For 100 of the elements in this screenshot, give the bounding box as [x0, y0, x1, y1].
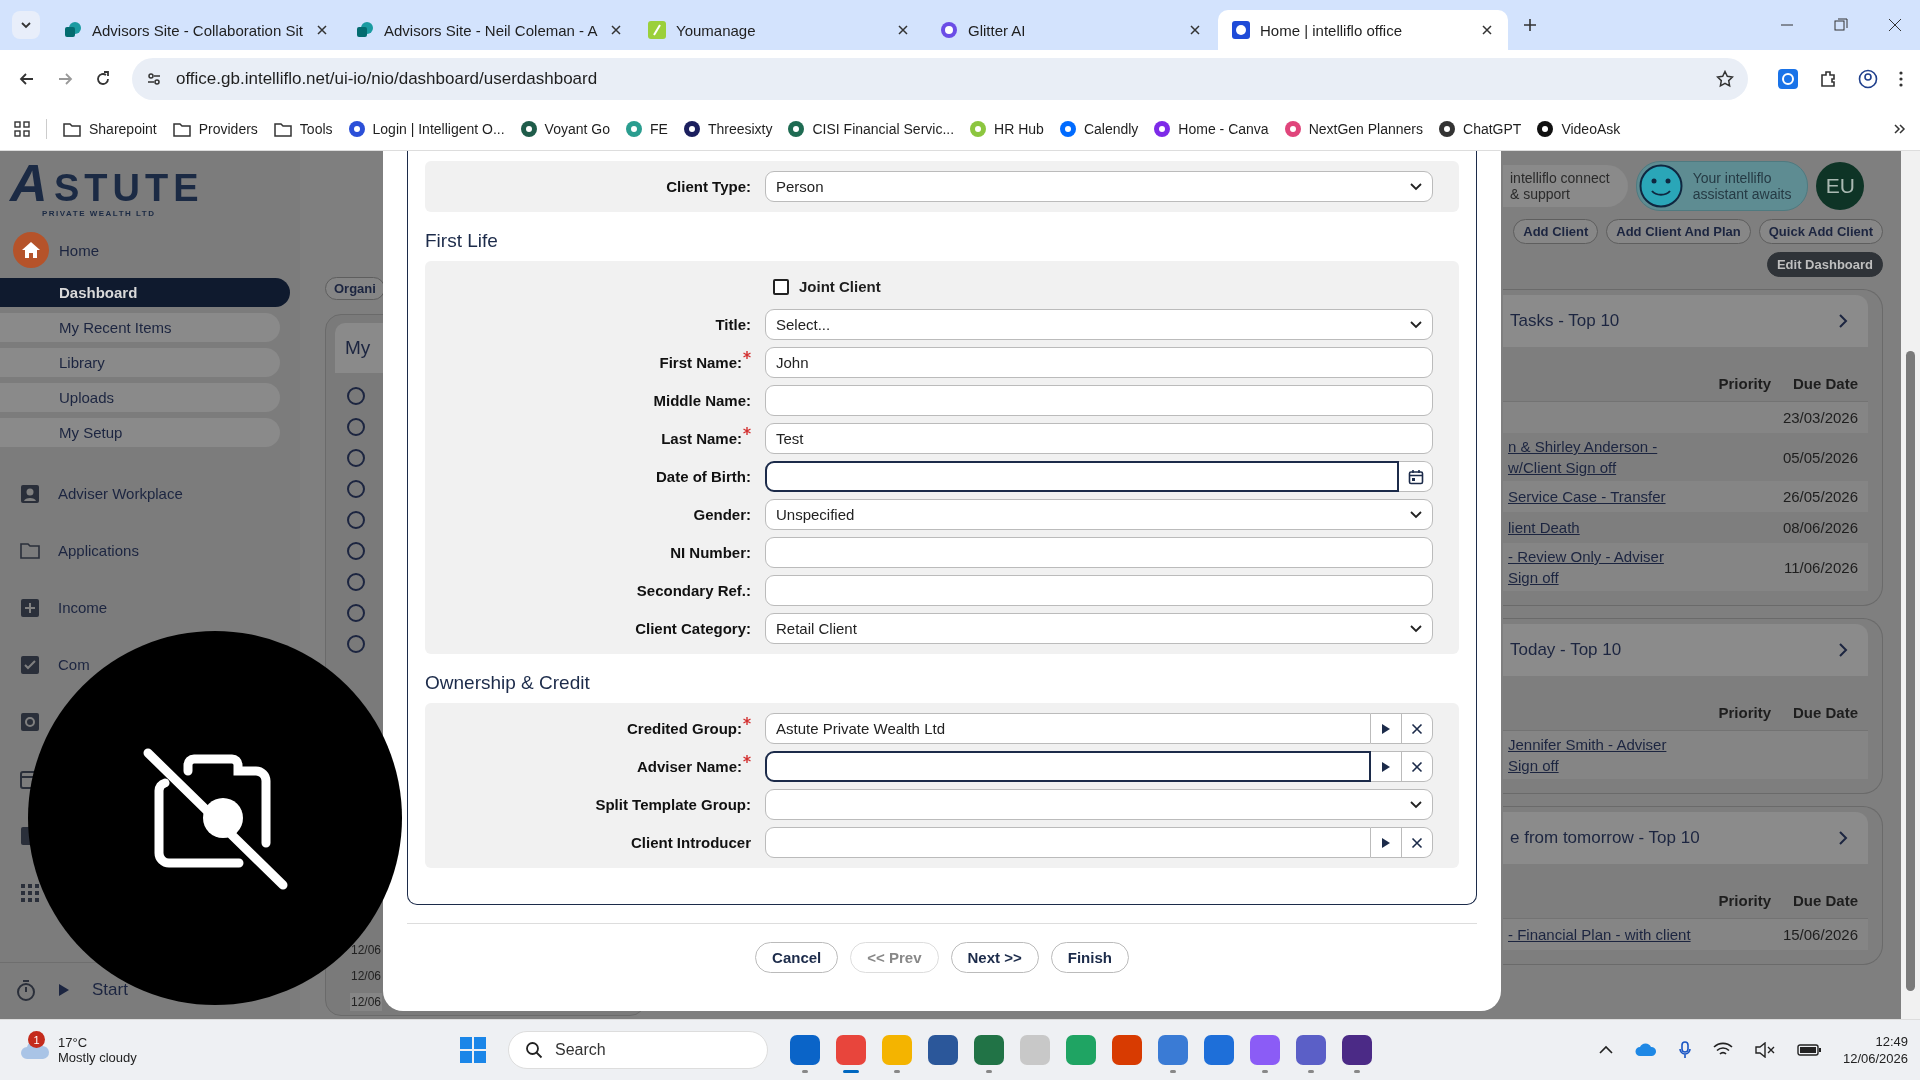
- calendar-icon[interactable]: [1399, 461, 1433, 492]
- windows-start-icon[interactable]: [460, 1037, 486, 1063]
- connect-support-button[interactable]: intelliflo connect & support: [1503, 164, 1628, 208]
- nav-subitem[interactable]: Library: [0, 348, 280, 377]
- dropdown[interactable]: Unspecified: [765, 499, 1433, 530]
- bookmark[interactable]: VideoAsk: [1537, 121, 1621, 137]
- radio-button[interactable]: [347, 387, 365, 405]
- action-button[interactable]: Add Client: [1513, 219, 1599, 244]
- scrollbar[interactable]: [1901, 151, 1920, 1019]
- gear-icon[interactable]: [20, 711, 40, 732]
- input-field[interactable]: Test: [765, 423, 1433, 454]
- input-field[interactable]: [765, 575, 1433, 606]
- play-icon[interactable]: [1371, 751, 1402, 782]
- play-icon[interactable]: [1371, 713, 1402, 744]
- apps-grid-icon[interactable]: [14, 121, 30, 137]
- checkbox[interactable]: [773, 278, 789, 295]
- folder-icon[interactable]: [20, 540, 40, 561]
- extension-icon[interactable]: [1778, 69, 1798, 89]
- bookmark[interactable]: HR Hub: [970, 121, 1044, 137]
- stopwatch-icon[interactable]: [16, 979, 36, 1001]
- browser-tab[interactable]: Home | intelliflo office: [1218, 10, 1508, 50]
- bookmark[interactable]: Login | Intelligent O...: [348, 121, 505, 137]
- battery-icon[interactable]: [1796, 1044, 1821, 1056]
- chevron-icon[interactable]: [1892, 122, 1906, 136]
- browser-tab[interactable]: Youmanage: [634, 10, 924, 50]
- bookmark[interactable]: Voyant Go: [520, 121, 610, 137]
- input-field[interactable]: John: [765, 347, 1433, 378]
- bookmark[interactable]: Providers: [172, 121, 258, 137]
- app-icon[interactable]: [790, 1035, 820, 1065]
- radio-button[interactable]: [347, 542, 365, 560]
- clear-icon[interactable]: [1402, 713, 1433, 744]
- radio-button[interactable]: [347, 480, 365, 498]
- reload-icon[interactable]: [94, 70, 112, 88]
- clear-icon[interactable]: [1402, 827, 1433, 858]
- bookmark[interactable]: NextGen Planners: [1284, 121, 1424, 137]
- input-field[interactable]: [765, 537, 1433, 568]
- profile-icon[interactable]: [1858, 69, 1878, 89]
- task-link[interactable]: lient Death: [1508, 517, 1580, 538]
- action-button[interactable]: Quick Add Client: [1758, 219, 1883, 244]
- search-field[interactable]: Search: [508, 1031, 768, 1069]
- nav-subitem[interactable]: My Setup: [0, 418, 280, 447]
- bookmark[interactable]: ChatGPT: [1439, 121, 1522, 137]
- nav-subitem[interactable]: My Recent Items: [0, 313, 280, 342]
- task-link[interactable]: Service Case - Transfer: [1508, 486, 1666, 507]
- nav-item[interactable]: Home: [59, 241, 99, 259]
- action-button[interactable]: Add Client And Plan: [1606, 219, 1751, 244]
- bookmark[interactable]: Tools: [273, 121, 333, 137]
- radio-button[interactable]: [347, 418, 365, 436]
- radio-button[interactable]: [347, 449, 365, 467]
- dialog-button[interactable]: Finish: [1050, 942, 1129, 973]
- restore-icon[interactable]: [1834, 18, 1848, 32]
- radio-button[interactable]: [347, 604, 365, 622]
- browser-tab[interactable]: Advisors Site - Neil Coleman - A: [342, 10, 632, 50]
- lookup-field[interactable]: Astute Private Wealth Ltd: [765, 713, 1371, 744]
- tab-search-icon[interactable]: [12, 11, 40, 39]
- grid-icon[interactable]: [20, 882, 40, 903]
- bookmark[interactable]: Calendly: [1059, 121, 1139, 137]
- dropdown[interactable]: Person: [765, 171, 1433, 202]
- bookmark[interactable]: Threesixty: [683, 121, 773, 137]
- nav-item[interactable]: Com: [58, 656, 90, 673]
- bookmark[interactable]: FE: [626, 121, 668, 137]
- play-icon[interactable]: [1371, 827, 1402, 858]
- extensions-icon[interactable]: [1818, 69, 1838, 89]
- dialog-button[interactable]: Next >>: [950, 942, 1039, 973]
- input-field[interactable]: [765, 385, 1433, 416]
- filter-chip[interactable]: Organi: [325, 277, 385, 300]
- site-settings-icon[interactable]: [146, 71, 162, 87]
- app-icon[interactable]: [1112, 1035, 1142, 1065]
- address-bar[interactable]: office.gb.intelliflo.net/ui-io/nio/dashboard/userdashboard: [132, 58, 1748, 100]
- person-icon[interactable]: [20, 483, 40, 504]
- task-link[interactable]: n & Shirley Anderson - w/Client Sign off: [1508, 436, 1658, 478]
- radio-button[interactable]: [347, 511, 365, 529]
- dialog-button[interactable]: Cancel: [755, 942, 839, 973]
- app-icon[interactable]: [1296, 1035, 1326, 1065]
- clock-time[interactable]: 12:49: [1875, 1034, 1908, 1049]
- nav-item[interactable]: Applications: [58, 542, 139, 559]
- bookmark[interactable]: Sharepoint: [63, 121, 157, 137]
- bookmark[interactable]: Home - Canva: [1154, 121, 1269, 137]
- more-icon[interactable]: [1898, 70, 1904, 88]
- user-avatar[interactable]: EU: [1816, 162, 1865, 210]
- date-field[interactable]: [765, 461, 1399, 492]
- nav-item[interactable]: Income: [58, 599, 108, 616]
- dropdown[interactable]: Retail Client: [765, 613, 1433, 644]
- cloud-icon[interactable]: [1634, 1043, 1657, 1057]
- star-icon[interactable]: [1716, 70, 1734, 88]
- task-link[interactable]: - Financial Plan - with client: [1508, 924, 1691, 945]
- app-icon[interactable]: [974, 1035, 1004, 1065]
- app-icon[interactable]: [928, 1035, 958, 1065]
- lookup-field[interactable]: [765, 827, 1371, 858]
- lookup-field[interactable]: [765, 751, 1371, 782]
- microphone-icon[interactable]: [1678, 1041, 1691, 1059]
- dropdown[interactable]: Select...: [765, 309, 1433, 340]
- nav-item[interactable]: Adviser Workplace: [58, 485, 183, 502]
- clear-icon[interactable]: [1402, 751, 1433, 782]
- bookmark[interactable]: CISI Financial Servic...: [788, 121, 955, 137]
- edit-dashboard-button[interactable]: Edit Dashboard: [1766, 252, 1883, 277]
- speaker-muted-icon[interactable]: [1754, 1042, 1775, 1058]
- plus-icon[interactable]: [20, 597, 40, 618]
- radio-button[interactable]: [347, 573, 365, 591]
- new-tab-icon[interactable]: [1522, 17, 1538, 33]
